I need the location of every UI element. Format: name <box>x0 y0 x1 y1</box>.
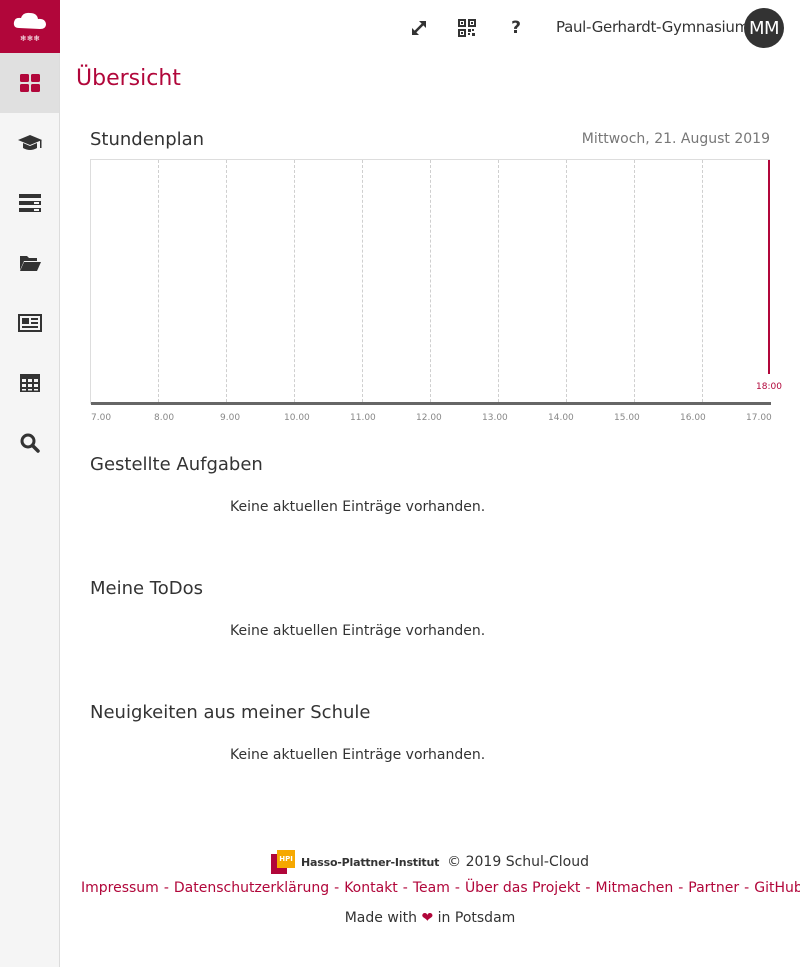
logo[interactable]: ❄❄❄ <box>0 0 60 53</box>
footer-link-about[interactable]: Über das Projekt <box>465 880 580 896</box>
graduation-cap-icon <box>17 135 42 150</box>
copyright: © 2019 Schul-Cloud <box>447 854 589 870</box>
made-with-after: in Potsdam <box>437 910 516 926</box>
time-tick: 12.00 <box>416 413 442 423</box>
sidebar-item-tasks[interactable] <box>0 173 59 233</box>
current-time-label: 18:00 <box>756 382 782 392</box>
section-title-todos: Meine ToDos <box>90 578 204 599</box>
timeline-baseline <box>91 402 771 405</box>
table-icon <box>19 374 40 392</box>
schedule-date: Mittwoch, 21. August 2019 <box>581 131 770 147</box>
dashboard-icon <box>19 74 40 92</box>
footer-link-partner[interactable]: Partner <box>688 880 739 896</box>
time-tick: 10.00 <box>284 413 310 423</box>
time-tick: 8.00 <box>154 413 175 423</box>
section-title-news: Neuigkeiten aus meiner Schule <box>90 702 371 723</box>
section-title-assignments: Gestellte Aufgaben <box>90 454 263 475</box>
avatar[interactable]: MM <box>744 8 784 48</box>
time-tick: 17.00 <box>746 413 772 423</box>
sidebar-item-timetable[interactable] <box>0 353 59 413</box>
newspaper-icon <box>17 314 42 332</box>
folder-open-icon <box>19 256 41 271</box>
sidebar-item-courses[interactable] <box>0 113 59 173</box>
sidebar-item-news[interactable] <box>0 293 59 353</box>
footer-link-team[interactable]: Team <box>413 880 450 896</box>
sidebar-item-search[interactable] <box>0 413 59 473</box>
time-tick: 7.00 <box>91 413 112 423</box>
hpi-logo[interactable]: HPI Hasso-Plattner-Institut <box>271 850 439 874</box>
empty-state-news: Keine aktuellen Einträge vorhanden. <box>230 747 486 763</box>
footer-credits: HPI Hasso-Plattner-Institut © 2019 Schul… <box>0 850 800 874</box>
svg-text:❄❄❄: ❄❄❄ <box>20 34 40 43</box>
hour-gridline <box>294 160 295 402</box>
time-tick: 14.00 <box>548 413 574 423</box>
time-tick: 13.00 <box>482 413 508 423</box>
sidebar: ❄❄❄ <box>0 0 60 967</box>
time-tick: 9.00 <box>220 413 241 423</box>
sidebar-item-files[interactable] <box>0 233 59 293</box>
hour-gridline <box>702 160 703 402</box>
hpi-mark: HPI <box>271 850 296 874</box>
schedule-title: Stundenplan <box>90 129 205 150</box>
school-name: Paul-Gerhardt-Gymnasium <box>556 18 749 36</box>
tasks-icon <box>18 194 41 212</box>
hour-gridline <box>566 160 567 402</box>
search-icon <box>20 433 40 453</box>
footer-link-privacy[interactable]: Datenschutzerklärung <box>174 880 329 896</box>
empty-state-todos: Keine aktuellen Einträge vorhanden. <box>230 623 486 639</box>
hour-gridline <box>226 160 227 402</box>
hour-gridline <box>362 160 363 402</box>
footer-links: Impressum - Datenschutzerklärung - Kontakt - T… <box>81 880 800 896</box>
footer-link-impressum[interactable]: Impressum <box>81 880 159 896</box>
footer-link-participate[interactable]: Mitmachen <box>595 880 673 896</box>
page-title: Übersicht <box>76 66 181 91</box>
hour-gridline <box>430 160 431 402</box>
hour-gridline <box>498 160 499 402</box>
footer-link-contact[interactable]: Kontakt <box>344 880 398 896</box>
made-with: Made with ❤ in Potsdam <box>0 910 800 926</box>
question-icon: ? <box>511 18 521 38</box>
empty-state-assignments: Keine aktuellen Einträge vorhanden. <box>230 499 486 515</box>
made-with-before: Made with <box>344 910 418 926</box>
time-tick: 16.00 <box>680 413 706 423</box>
hpi-mark-text: HPI <box>277 850 296 868</box>
help-button[interactable]: ? <box>503 14 529 42</box>
footer-link-github[interactable]: GitHub <box>754 880 800 896</box>
cloud-logo-icon: ❄❄❄ <box>13 12 46 43</box>
hour-gridline <box>634 160 635 402</box>
hpi-name: Hasso-Plattner-Institut <box>301 855 440 869</box>
fullscreen-button[interactable] <box>406 14 432 42</box>
sidebar-item-dashboard[interactable] <box>0 53 59 113</box>
time-tick: 11.00 <box>350 413 376 423</box>
hour-gridline <box>158 160 159 402</box>
heart-icon: ❤ <box>421 910 434 926</box>
qr-code-icon <box>458 19 476 37</box>
time-tick: 15.00 <box>614 413 640 423</box>
schedule-timeline: 18:00 <box>90 159 782 405</box>
expand-icon <box>412 21 426 35</box>
current-time-marker <box>768 160 770 374</box>
qr-code-button[interactable] <box>454 14 480 42</box>
